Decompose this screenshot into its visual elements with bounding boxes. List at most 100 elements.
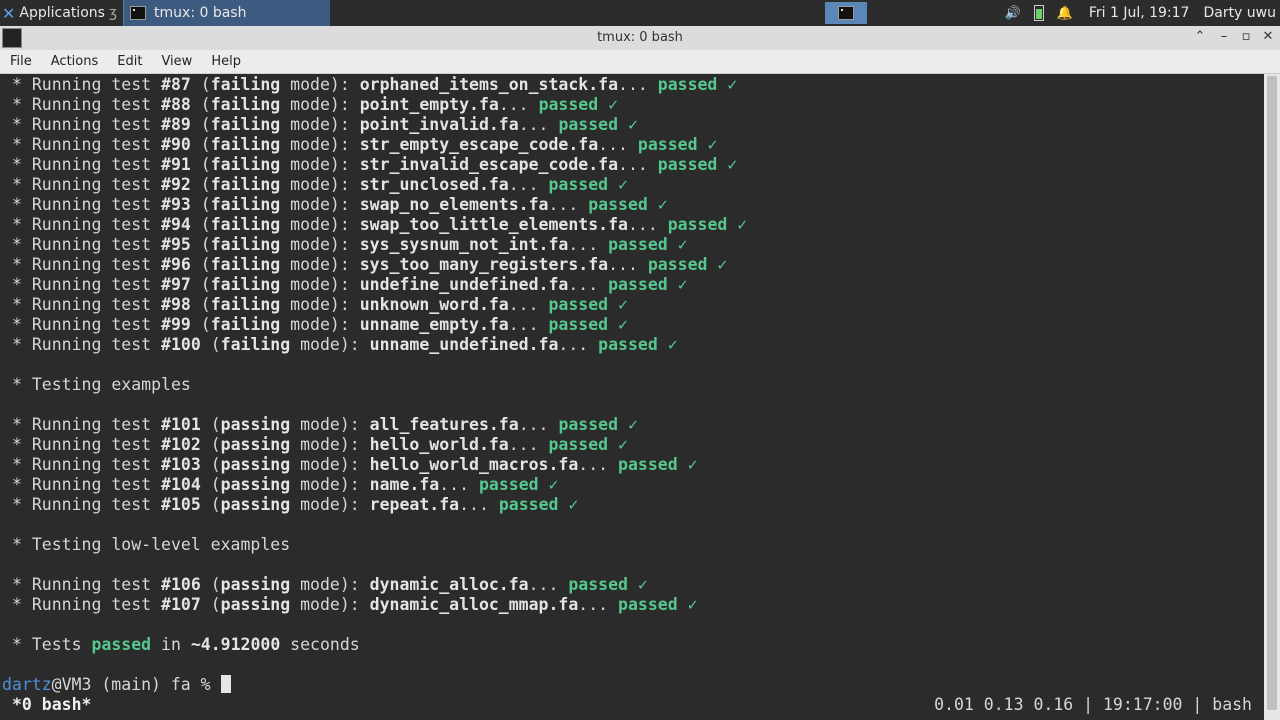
taskbar-window-button[interactable]: tmux: 0 bash: [123, 0, 331, 26]
test-mode: failing: [210, 295, 281, 314]
test-mode: failing: [210, 155, 281, 174]
menu-actions[interactable]: Actions: [41, 54, 108, 69]
test-mode: failing: [210, 195, 281, 214]
maximize-icon[interactable]: ▫: [1238, 29, 1254, 44]
test-mode: passing: [220, 455, 291, 474]
taskbar-window-title: tmux: 0 bash: [154, 5, 247, 21]
test-number: #104: [161, 475, 201, 494]
test-status: passed: [647, 255, 708, 274]
check-icon: ✓: [687, 595, 698, 614]
test-file: unname_undefined.fa: [369, 335, 559, 354]
shell-prompt[interactable]: dartz@VM3 (main) fa %: [2, 675, 231, 695]
menu-file[interactable]: File: [0, 54, 41, 69]
summary-time: ~4.912000: [190, 635, 281, 654]
menu-view[interactable]: View: [151, 54, 201, 69]
test-status: passed: [498, 495, 559, 514]
test-mode: failing: [210, 235, 281, 254]
close-icon[interactable]: ✕: [1260, 29, 1276, 44]
applications-menu-button[interactable]: ✕ Applications ʒ: [0, 0, 121, 26]
test-number: #90: [161, 135, 191, 154]
check-icon: ✓: [707, 135, 718, 154]
test-number: #105: [161, 495, 201, 514]
tmux-status-bar: *0 bash* 0.01 0.13 0.16 | 19:17:00 | bas…: [0, 695, 1264, 715]
workspace-switcher-button[interactable]: [825, 2, 867, 24]
test-mode: passing: [220, 475, 291, 494]
test-status: passed: [478, 475, 539, 494]
panel-clock[interactable]: Fri 1 Jul, 19:17: [1089, 5, 1190, 21]
test-status: passed: [608, 235, 668, 254]
scrollbar-thumb[interactable]: [1267, 76, 1277, 710]
test-file: dynamic_alloc.fa: [369, 575, 529, 594]
test-line: * Running test #102 (passing mode): hell…: [12, 435, 628, 454]
minimize-icon[interactable]: –: [1216, 29, 1232, 44]
test-file: sys_sysnum_not_int.fa: [359, 235, 569, 254]
check-icon: ✓: [677, 235, 688, 254]
battery-icon[interactable]: [1031, 5, 1047, 21]
test-mode: failing: [220, 335, 291, 354]
test-number: #94: [161, 215, 191, 234]
test-mode: passing: [220, 575, 291, 594]
test-status: passed: [548, 175, 609, 194]
volume-icon[interactable]: 🔊: [1005, 5, 1021, 21]
test-status: passed: [618, 455, 678, 474]
test-number: #95: [161, 235, 191, 254]
test-line: * Running test #96 (failing mode): sys_t…: [12, 255, 728, 274]
panel-user[interactable]: Darty uwu: [1203, 5, 1276, 21]
test-file: dynamic_alloc_mmap.fa: [369, 595, 579, 614]
section-header: * Testing examples: [12, 375, 191, 394]
test-file: unname_empty.fa: [359, 315, 509, 334]
terminal-cursor: [220, 675, 231, 693]
check-icon: ✓: [618, 175, 628, 194]
test-status: passed: [657, 75, 718, 94]
test-line: * Running test #93 (failing mode): swap_…: [12, 195, 668, 214]
test-mode: failing: [210, 255, 281, 274]
test-number: #91: [161, 155, 191, 174]
test-status: passed: [657, 155, 718, 174]
test-number: #92: [161, 175, 191, 194]
tmux-window-list[interactable]: *0 bash*: [12, 695, 91, 715]
test-status: passed: [558, 115, 619, 134]
menu-help[interactable]: Help: [201, 54, 250, 69]
menu-bar: File Actions Edit View Help: [0, 50, 1280, 74]
terminal-output[interactable]: * Running test #87 (failing mode): orpha…: [0, 74, 1264, 700]
test-status: passed: [548, 315, 609, 334]
window-titlebar[interactable]: tmux: 0 bash ⌃ – ▫ ✕: [0, 26, 1280, 50]
test-mode: failing: [210, 95, 281, 114]
test-file: unknown_word.fa: [359, 295, 509, 314]
test-status: passed: [568, 575, 628, 594]
test-number: #100: [161, 335, 201, 354]
check-icon: ✓: [727, 75, 738, 94]
test-mode: passing: [220, 435, 291, 454]
test-status: passed: [667, 215, 728, 234]
test-number: #101: [161, 415, 201, 434]
test-status: passed: [548, 295, 609, 314]
window-shade-icon[interactable]: ⌃: [1192, 29, 1208, 44]
test-line: * Running test #90 (failing mode): str_e…: [12, 135, 718, 154]
test-file: name.fa: [369, 475, 440, 494]
check-icon: ✓: [568, 495, 579, 514]
test-number: #107: [161, 595, 201, 614]
test-line: * Running test #101 (passing mode): all_…: [12, 415, 638, 434]
test-number: #93: [161, 195, 191, 214]
test-line: * Running test #98 (failing mode): unkno…: [12, 295, 628, 314]
test-number: #102: [161, 435, 201, 454]
test-status: passed: [538, 95, 599, 114]
test-file: repeat.fa: [369, 495, 460, 514]
notification-bell-icon[interactable]: 🔔: [1057, 5, 1073, 21]
test-status: passed: [618, 595, 678, 614]
test-file: orphaned_items_on_stack.fa: [359, 75, 619, 94]
menu-edit[interactable]: Edit: [107, 54, 151, 69]
test-status: passed: [558, 415, 619, 434]
check-icon: ✓: [618, 295, 628, 314]
test-status: passed: [548, 435, 609, 454]
test-line: * Running test #91 (failing mode): str_i…: [12, 155, 738, 174]
terminal-scrollbar[interactable]: [1264, 74, 1280, 720]
check-icon: ✓: [548, 475, 559, 494]
test-file: all_features.fa: [369, 415, 519, 434]
test-line: * Running test #103 (passing mode): hell…: [12, 455, 698, 474]
test-status: passed: [608, 275, 668, 294]
test-number: #103: [161, 455, 201, 474]
test-mode: failing: [210, 75, 281, 94]
check-icon: ✓: [608, 95, 619, 114]
test-line: * Running test #95 (failing mode): sys_s…: [12, 235, 688, 254]
